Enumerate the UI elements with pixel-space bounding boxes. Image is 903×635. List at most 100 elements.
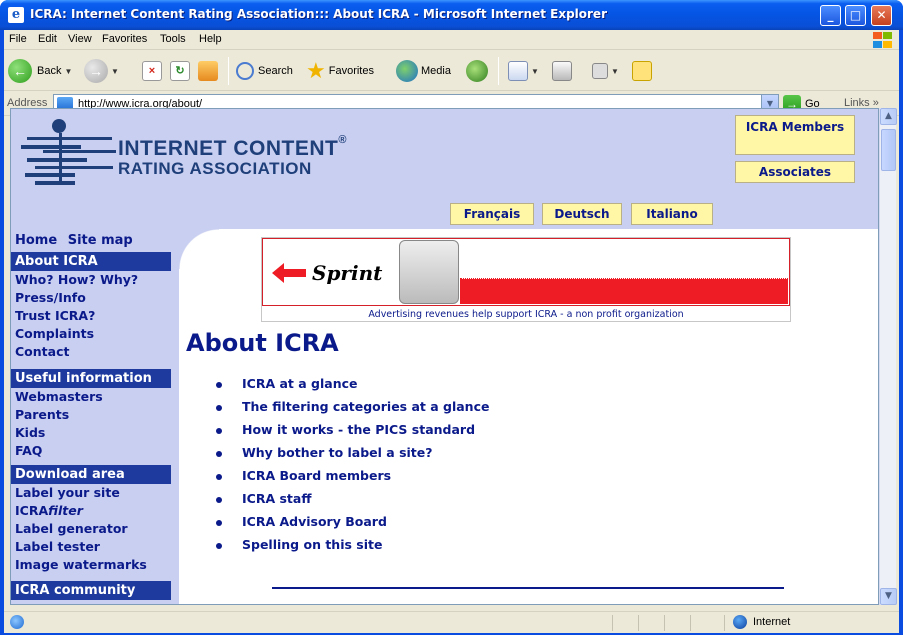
site-header: INTERNET CONTENT® RATING ASSOCIATION Fra… bbox=[11, 109, 878, 229]
mail-button[interactable]: ▼ bbox=[508, 57, 539, 85]
sidebar-top-links: Home Site map bbox=[15, 233, 133, 248]
chevron-down-icon: ▼ bbox=[531, 66, 539, 76]
sidebar: Home Site map About ICRA Who? How? Why? … bbox=[11, 229, 179, 604]
lang-german-button[interactable]: Deutsch bbox=[542, 203, 622, 225]
windows-flag-icon bbox=[871, 31, 893, 49]
icra-members-button[interactable]: ICRA Members bbox=[735, 115, 855, 155]
phone-image bbox=[399, 240, 459, 304]
home-link[interactable]: Home bbox=[15, 233, 57, 248]
list-item[interactable]: Spelling on this site bbox=[216, 537, 489, 560]
sidebar-link-parents[interactable]: Parents bbox=[15, 407, 69, 422]
search-button[interactable]: Search bbox=[236, 57, 293, 85]
ie-logo-icon: e bbox=[8, 7, 24, 23]
star-icon: ★ bbox=[306, 58, 326, 83]
vertical-scrollbar[interactable]: ▲ ▼ bbox=[879, 108, 897, 605]
minimize-button[interactable]: _ bbox=[820, 5, 841, 26]
status-divider bbox=[638, 615, 639, 631]
section-download-area[interactable]: Download area bbox=[11, 465, 171, 484]
menu-favorites[interactable]: Favorites bbox=[102, 33, 147, 45]
sidebar-link-complaints[interactable]: Complaints bbox=[15, 326, 94, 341]
list-item[interactable]: ICRA Board members bbox=[216, 468, 489, 491]
sidebar-link-icrafilter[interactable]: ICRAfilter bbox=[15, 503, 83, 518]
history-button[interactable] bbox=[466, 57, 488, 85]
messenger-button[interactable] bbox=[632, 57, 652, 85]
web-page: INTERNET CONTENT® RATING ASSOCIATION Fra… bbox=[11, 109, 878, 604]
sidebar-link-trust-icra[interactable]: Trust ICRA? bbox=[15, 308, 95, 323]
section-about-icra[interactable]: About ICRA bbox=[11, 252, 171, 271]
media-button[interactable]: Media bbox=[396, 57, 451, 85]
forward-arrow-icon: → bbox=[84, 59, 108, 83]
page-status-icon bbox=[10, 615, 24, 629]
sidebar-link-faq[interactable]: FAQ bbox=[15, 443, 42, 458]
sidebar-link-kids[interactable]: Kids bbox=[15, 425, 45, 440]
sprint-logo: Sprint bbox=[272, 261, 383, 285]
toolbar-separator bbox=[498, 57, 499, 85]
sidebar-link-label-tester[interactable]: Label tester bbox=[15, 539, 100, 554]
page-title: About ICRA bbox=[186, 329, 339, 357]
chevron-down-icon: ▼ bbox=[111, 66, 119, 76]
sidebar-link-press-info[interactable]: Press/Info bbox=[15, 290, 86, 305]
sidebar-link-webmasters[interactable]: Webmasters bbox=[15, 389, 103, 404]
close-button[interactable]: ✕ bbox=[871, 5, 892, 26]
sprint-advert-banner[interactable]: Sprint Advertising revenues help support… bbox=[261, 237, 791, 322]
lang-italian-button[interactable]: Italiano bbox=[631, 203, 713, 225]
media-label: Media bbox=[421, 65, 451, 77]
search-icon bbox=[236, 62, 254, 80]
list-item[interactable]: ICRA staff bbox=[216, 491, 489, 514]
history-icon bbox=[466, 60, 488, 82]
associates-button[interactable]: Associates bbox=[735, 161, 855, 183]
lang-french-button[interactable]: Français bbox=[450, 203, 534, 225]
globe-icon bbox=[733, 615, 747, 629]
list-item[interactable]: ICRA Advisory Board bbox=[216, 514, 489, 537]
chevron-down-icon: ▼ bbox=[64, 66, 73, 76]
list-item[interactable]: How it works - the PICS standard bbox=[216, 422, 489, 445]
refresh-button[interactable]: ↻ bbox=[170, 57, 190, 85]
edit-button[interactable]: ▼ bbox=[592, 57, 619, 85]
sidebar-link-image-watermarks[interactable]: Image watermarks bbox=[15, 557, 147, 572]
sidebar-link-contact[interactable]: Contact bbox=[15, 344, 69, 359]
sidebar-link-label-generator[interactable]: Label generator bbox=[15, 521, 128, 536]
maximize-button[interactable]: □ bbox=[845, 5, 866, 26]
print-button[interactable] bbox=[552, 57, 572, 85]
status-divider bbox=[724, 615, 725, 631]
menu-view[interactable]: View bbox=[68, 33, 92, 45]
ad-red-bar bbox=[460, 279, 788, 304]
menu-tools[interactable]: Tools bbox=[160, 33, 186, 45]
page-viewport: INTERNET CONTENT® RATING ASSOCIATION Fra… bbox=[10, 108, 879, 605]
mail-icon bbox=[508, 61, 528, 81]
status-divider bbox=[690, 615, 691, 631]
browser-window: e ICRA: Internet Content Rating Associat… bbox=[0, 0, 903, 635]
home-button[interactable] bbox=[198, 57, 218, 85]
list-item[interactable]: ICRA at a glance bbox=[216, 376, 489, 399]
stop-icon: × bbox=[142, 61, 162, 81]
favorites-button[interactable]: ★ Favorites bbox=[306, 57, 374, 85]
back-button[interactable]: ← Back ▼ bbox=[8, 57, 72, 85]
forward-button[interactable]: → ▼ bbox=[84, 57, 119, 85]
chevron-down-icon: ▼ bbox=[611, 66, 619, 76]
scroll-down-button[interactable]: ▼ bbox=[880, 588, 897, 605]
home-icon bbox=[198, 61, 218, 81]
status-divider bbox=[612, 615, 613, 631]
menu-edit[interactable]: Edit bbox=[38, 33, 57, 45]
menu-help[interactable]: Help bbox=[199, 33, 222, 45]
menu-bar: File Edit View Favorites Tools Help bbox=[4, 30, 899, 50]
scroll-thumb[interactable] bbox=[881, 129, 896, 171]
icra-logo-icon bbox=[21, 119, 116, 185]
title-bar[interactable]: e ICRA: Internet Content Rating Associat… bbox=[0, 0, 903, 30]
list-item[interactable]: The filtering categories at a glance bbox=[216, 399, 489, 422]
printer-icon bbox=[552, 61, 572, 81]
menu-file[interactable]: File bbox=[9, 33, 27, 45]
section-useful-information[interactable]: Useful information bbox=[11, 369, 171, 388]
scroll-up-button[interactable]: ▲ bbox=[880, 108, 897, 125]
zone-label: Internet bbox=[753, 616, 791, 628]
logo-text-line1: INTERNET CONTENT® bbox=[118, 134, 347, 160]
list-item[interactable]: Why bother to label a site? bbox=[216, 445, 489, 468]
stop-button[interactable]: × bbox=[142, 57, 162, 85]
media-icon bbox=[396, 60, 418, 82]
sidebar-link-label-your-site[interactable]: Label your site bbox=[15, 485, 120, 500]
sitemap-link[interactable]: Site map bbox=[68, 233, 133, 248]
logo-text-line2: RATING ASSOCIATION bbox=[118, 159, 312, 178]
toolbar-separator bbox=[228, 57, 229, 85]
sidebar-link-who-how-why[interactable]: Who? How? Why? bbox=[15, 272, 138, 287]
section-icra-community[interactable]: ICRA community bbox=[11, 581, 171, 600]
